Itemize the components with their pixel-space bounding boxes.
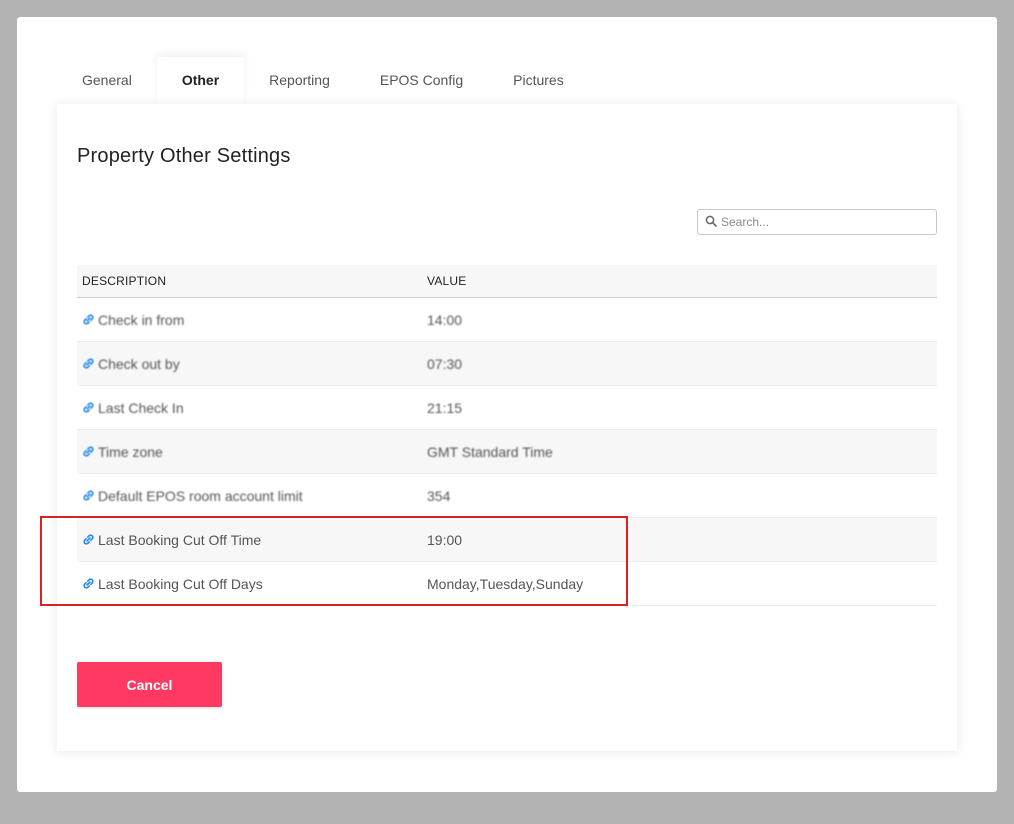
column-header-value[interactable]: VALUE xyxy=(427,274,937,288)
table-row[interactable]: Time zone GMT Standard Time xyxy=(77,430,937,474)
table-row[interactable]: Last Check In 21:15 xyxy=(77,386,937,430)
row-description[interactable]: Last Booking Cut Off Time xyxy=(98,532,261,548)
link-icon[interactable] xyxy=(82,357,95,370)
tab-pictures[interactable]: Pictures xyxy=(488,57,589,104)
table-header: DESCRIPTION VALUE xyxy=(77,265,937,298)
tab-bar: General Other Reporting EPOS Config Pict… xyxy=(57,57,589,104)
table-row[interactable]: Check out by 07:30 xyxy=(77,342,937,386)
row-value: 14:00 xyxy=(427,311,463,328)
row-description[interactable]: Check in from xyxy=(98,312,184,328)
link-icon[interactable] xyxy=(82,489,95,502)
page-title: Property Other Settings xyxy=(77,145,291,167)
tab-reporting[interactable]: Reporting xyxy=(244,57,355,104)
row-value: 07:30 xyxy=(427,355,463,372)
row-description[interactable]: Last Booking Cut Off Days xyxy=(98,576,263,592)
link-icon[interactable] xyxy=(82,577,95,590)
link-icon[interactable] xyxy=(82,445,95,458)
row-description[interactable]: Last Check In xyxy=(98,400,184,416)
search-input[interactable] xyxy=(721,210,931,234)
cancel-button[interactable]: Cancel xyxy=(77,662,222,707)
link-icon[interactable] xyxy=(82,533,95,546)
tab-general[interactable]: General xyxy=(57,57,157,104)
row-value: 354 xyxy=(427,487,451,504)
table-row[interactable]: Last Booking Cut Off Days Monday,Tuesday… xyxy=(77,562,937,606)
column-header-description[interactable]: DESCRIPTION xyxy=(77,274,427,288)
row-value: 21:15 xyxy=(427,399,463,416)
table-row[interactable]: Default EPOS room account limit 354 xyxy=(77,474,937,518)
row-value: Monday,Tuesday,Sunday xyxy=(427,575,584,592)
settings-table: DESCRIPTION VALUE Check in from 14:00 Ch… xyxy=(77,265,937,606)
link-icon[interactable] xyxy=(82,401,95,414)
table-row[interactable]: Last Booking Cut Off Time 19:00 xyxy=(77,518,937,562)
table-row[interactable]: Check in from 14:00 xyxy=(77,298,937,342)
search-icon xyxy=(705,215,717,227)
tab-other[interactable]: Other xyxy=(156,57,245,104)
row-description[interactable]: Default EPOS room account limit xyxy=(98,488,303,504)
link-icon[interactable] xyxy=(82,313,95,326)
row-description[interactable]: Check out by xyxy=(98,356,180,372)
row-description[interactable]: Time zone xyxy=(98,444,163,460)
settings-panel: Property Other Settings DESCRIPTION VALU… xyxy=(57,104,957,751)
search-box[interactable] xyxy=(697,209,937,235)
row-value: 19:00 xyxy=(427,531,463,548)
tab-epos-config[interactable]: EPOS Config xyxy=(355,57,488,104)
row-value: GMT Standard Time xyxy=(427,443,553,460)
